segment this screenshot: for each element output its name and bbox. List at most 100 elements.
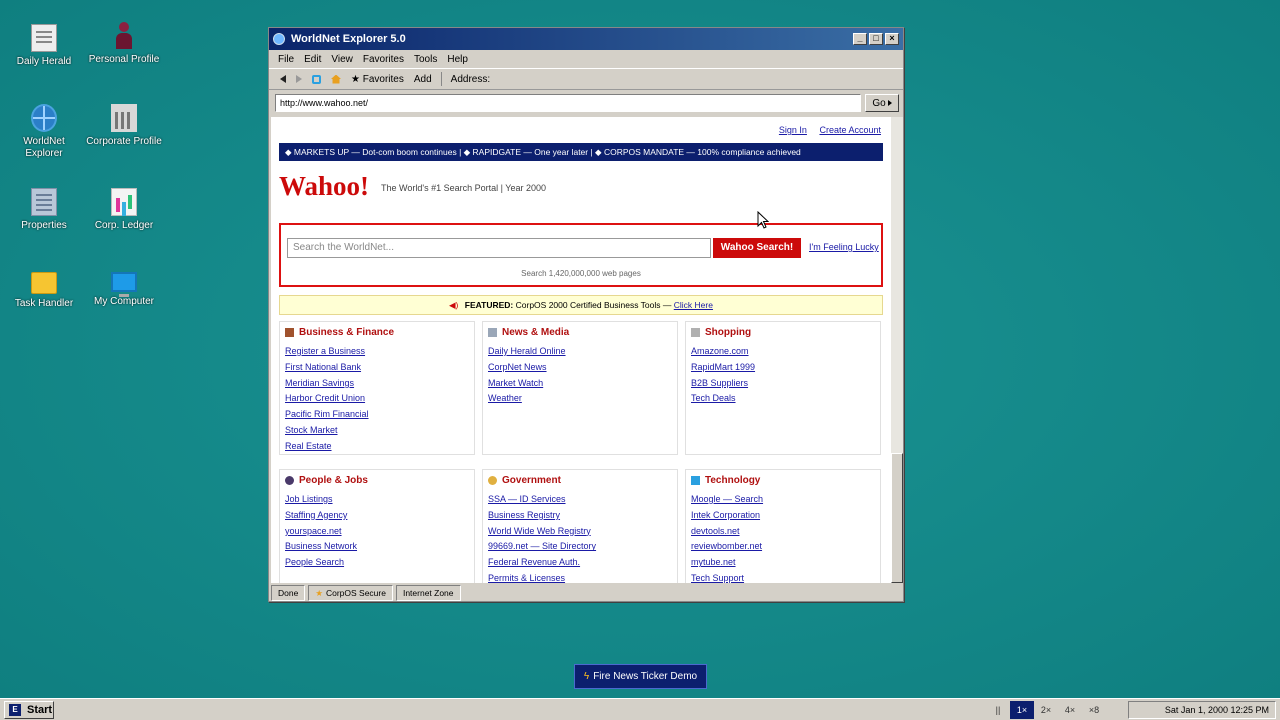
start-label: Start [27,704,53,716]
maximize-button[interactable]: □ [869,33,883,45]
minimize-button[interactable]: _ [853,33,867,45]
desktop-icon-task-handler[interactable]: Task Handler [4,266,84,310]
menu-favorites[interactable]: Favorites [358,54,409,65]
people-icon [285,476,294,485]
featured-link[interactable]: Click Here [674,300,713,310]
back-button[interactable] [275,75,291,83]
person-icon [116,22,132,50]
category-link[interactable]: Daily Herald Online [488,346,566,356]
wahoo-logo[interactable]: Wahoo! [279,171,369,202]
category-link[interactable]: World Wide Web Registry [488,526,591,536]
category-link[interactable]: Register a Business [285,346,365,356]
go-button[interactable]: Go [865,94,899,112]
featured-text: CorpOS 2000 Certified Business Tools — [515,300,672,310]
home-button[interactable] [326,74,346,84]
category-link[interactable]: Weather [488,393,522,403]
category-title: Government [502,475,561,486]
desktop-icon-worldnet-explorer[interactable]: WorldNet Explorer [4,104,84,160]
desktop-icon-corporate-profile[interactable]: Corporate Profile [84,104,164,148]
category-link[interactable]: Federal Revenue Auth. [488,557,580,567]
title-bar[interactable]: WorldNet Explorer 5.0 _ □ × [269,28,903,50]
desktop-icon-my-computer[interactable]: My Computer [84,268,164,308]
category-title: News & Media [502,327,570,338]
desktop-icon-properties[interactable]: Properties [4,188,84,232]
category-link[interactable]: Business Registry [488,510,560,520]
category-link[interactable]: CorpNet News [488,362,547,372]
category-link[interactable]: Amazone.com [691,346,749,356]
address-input[interactable]: http://www.wahoo.net/ [275,94,861,112]
category-link[interactable]: Moogle — Search [691,494,763,504]
scrollbar-thumb[interactable] [891,453,903,583]
desktop-icon-personal-profile[interactable]: Personal Profile [84,22,164,66]
fire-news-ticker-demo-button[interactable]: ϟ Fire News Ticker Demo [574,664,707,689]
category-link[interactable]: Staffing Agency [285,510,347,520]
status-secure: ★ CorpOS Secure [308,585,393,601]
megaphone-icon: ◀) [449,300,459,310]
category-link[interactable]: yourspace.net [285,526,342,536]
go-label: Go [872,97,886,109]
category-link[interactable]: Permits & Licenses [488,573,565,583]
create-account-link[interactable]: Create Account [819,125,881,135]
category-link[interactable]: First National Bank [285,362,361,372]
category-link[interactable]: Business Network [285,541,357,551]
category-link[interactable]: Stock Market [285,425,338,435]
menu-view[interactable]: View [326,54,358,65]
category-link[interactable]: Market Watch [488,378,543,388]
desktop-icon-label: Corporate Profile [86,136,162,147]
speed-8x-button[interactable]: ×8 [1082,701,1106,719]
menu-help[interactable]: Help [442,54,473,65]
category-link[interactable]: Meridian Savings [285,378,354,388]
category-link[interactable]: Real Estate [285,441,332,451]
category-link[interactable]: 99669.net — Site Directory [488,541,596,551]
speed-controls: || 1× 2× 4× ×8 [986,701,1106,719]
menu-file[interactable]: File [273,54,299,65]
category-link[interactable]: mytube.net [691,557,736,567]
globe-icon [31,104,57,132]
demo-button-label: Fire News Ticker Demo [593,671,698,682]
featured-banner: ◀) FEATURED: CorpOS 2000 Certified Busin… [279,295,883,315]
category-link[interactable]: SSA — ID Services [488,494,566,504]
close-button[interactable]: × [885,33,899,45]
lightning-icon: ϟ [583,671,590,682]
category-link[interactable]: Intek Corporation [691,510,760,520]
menu-edit[interactable]: Edit [299,54,326,65]
category-link[interactable]: RapidMart 1999 [691,362,755,372]
search-button[interactable]: Wahoo Search! [713,238,801,258]
account-links: Sign In Create Account [769,125,881,135]
category-link[interactable]: Pacific Rim Financial [285,409,369,419]
desktop-icon-daily-herald[interactable]: Daily Herald [4,24,84,68]
category-link[interactable]: Tech Support [691,573,744,583]
category-title: Shopping [705,327,752,338]
pause-button[interactable]: || [986,701,1010,719]
speed-1x-button[interactable]: 1× [1010,701,1034,719]
category-link[interactable]: Job Listings [285,494,333,504]
category-link[interactable]: devtools.net [691,526,740,536]
status-bar: Done ★ CorpOS Secure Internet Zone [271,585,903,601]
category-link[interactable]: reviewbomber.net [691,541,762,551]
forward-button[interactable] [291,75,307,83]
category-news-media: News & Media Daily Herald Online CorpNet… [482,321,678,455]
menu-tools[interactable]: Tools [409,54,442,65]
start-button[interactable]: E Start [4,701,54,719]
refresh-button[interactable] [307,74,326,84]
favorites-button[interactable]: ★ Favorites [346,74,409,85]
sign-in-link[interactable]: Sign In [779,125,807,135]
toolbar: ★ Favorites Add Address: [269,68,903,90]
page-viewport[interactable]: Sign In Create Account ◆ MARKETS UP — Do… [271,117,891,583]
desktop-icon-corp-ledger[interactable]: Corp. Ledger [84,188,164,232]
briefcase-icon [285,328,294,337]
add-favorite-button[interactable]: Add [409,74,437,85]
toolbar-divider [440,72,442,86]
category-link[interactable]: Harbor Credit Union [285,393,365,403]
search-input[interactable]: Search the WorldNet... [287,238,711,258]
speed-2x-button[interactable]: 2× [1034,701,1058,719]
folder-icon [31,272,57,294]
back-arrow-icon [280,75,286,83]
category-link[interactable]: Tech Deals [691,393,736,403]
feeling-lucky-link[interactable]: I'm Feeling Lucky [809,242,879,252]
speed-4x-button[interactable]: 4× [1058,701,1082,719]
category-link[interactable]: People Search [285,557,344,567]
vertical-scrollbar[interactable] [891,117,903,583]
bank-icon [111,104,137,132]
category-link[interactable]: B2B Suppliers [691,378,748,388]
